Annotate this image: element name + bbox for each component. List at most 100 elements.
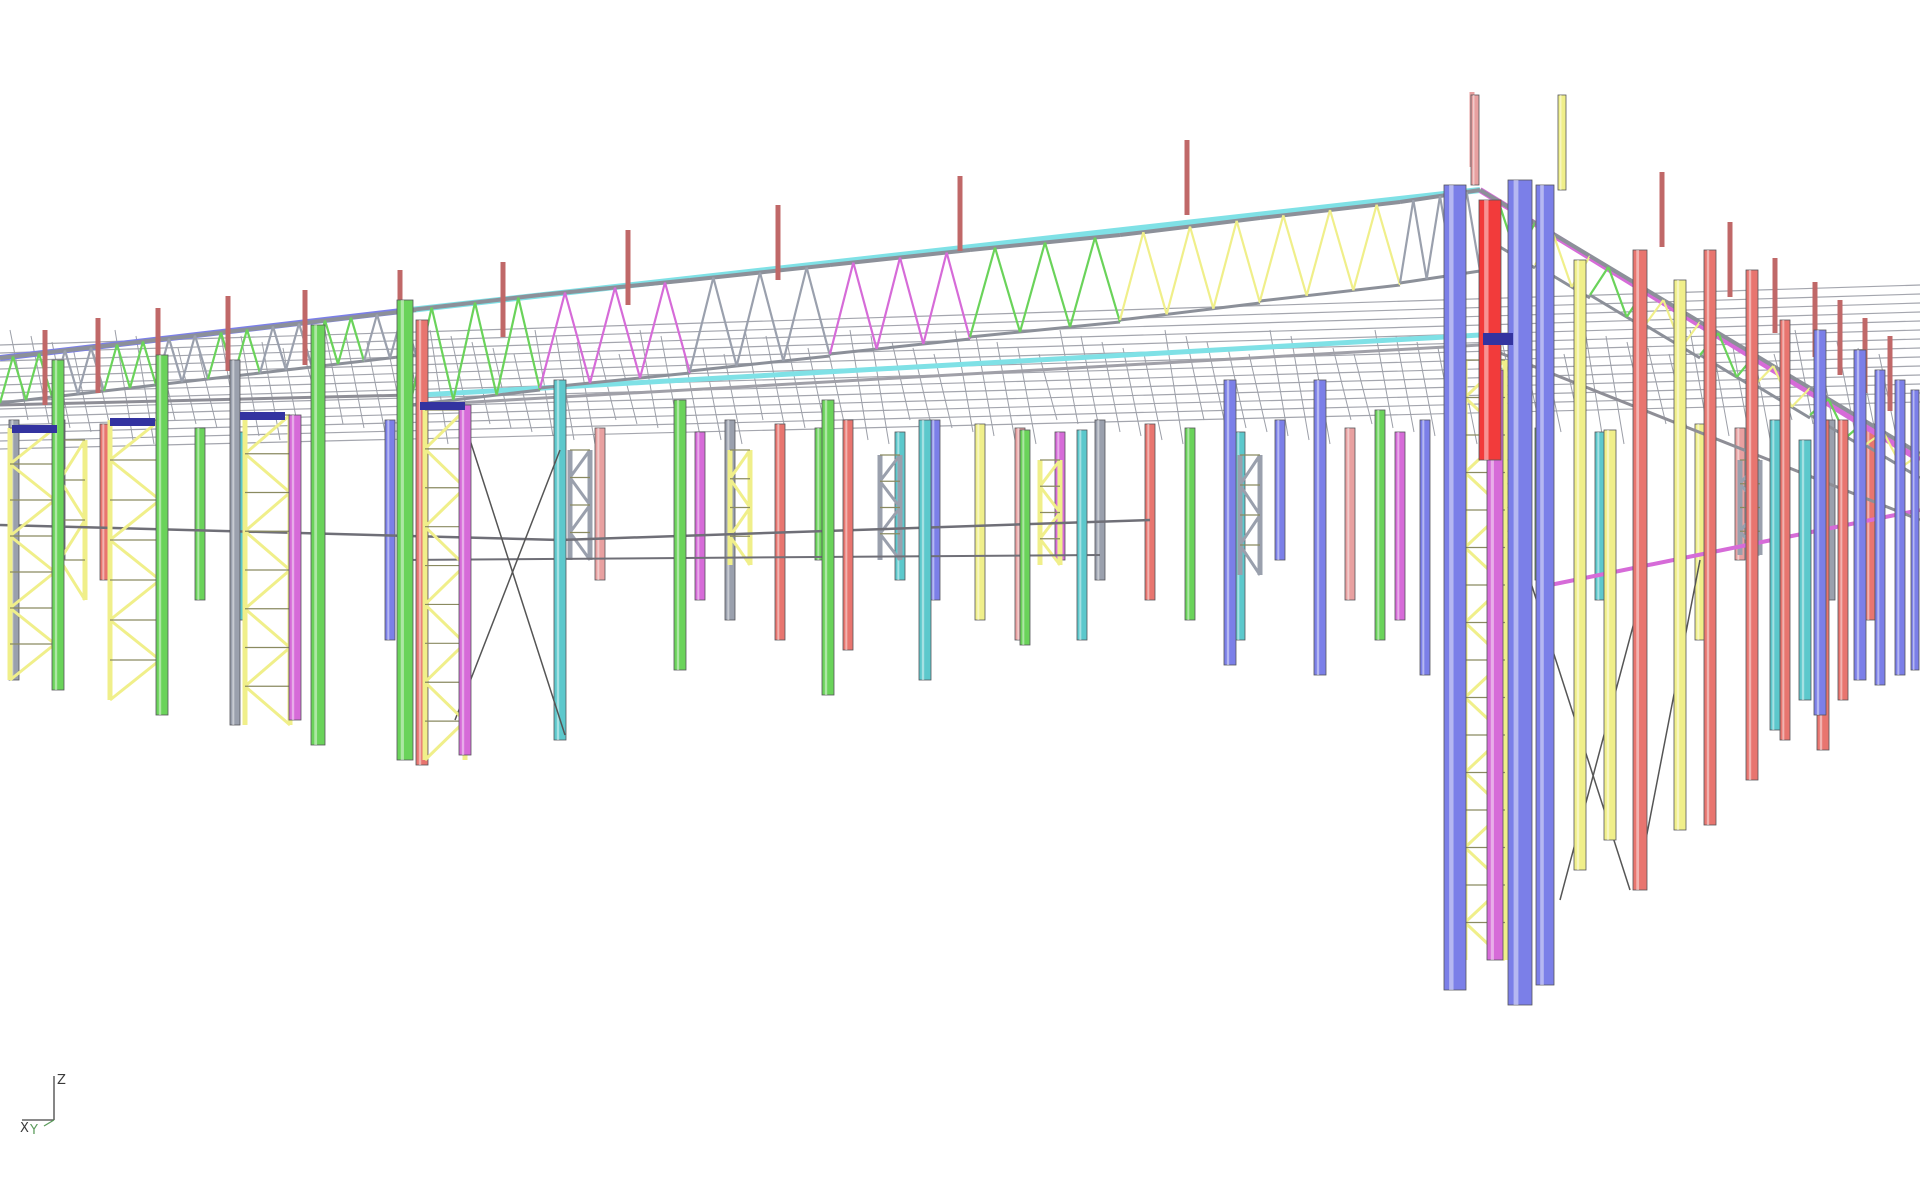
roof-truss-web [852,262,878,350]
left-roof-truss-web [0,356,15,404]
mid-column [842,419,854,651]
far-column [384,419,396,641]
mid-column [1076,429,1088,641]
corner-stub [1470,94,1480,186]
roof-truss-bottom-chord [829,337,971,356]
roof-truss-web [638,282,667,379]
corner-main-column [1535,184,1555,986]
left-column [229,359,241,726]
left-column [288,414,302,721]
roof-truss-bottom-chord [1119,301,1261,322]
roof-truss-web [538,292,567,389]
cap-plate [420,402,465,410]
roof-truss-web [430,307,455,401]
cap-plate [240,412,285,420]
left-column [396,299,414,761]
background-brace [1332,347,1352,421]
background-brace [366,341,386,433]
far-column [1184,427,1196,621]
mid-column [1798,439,1812,701]
left-roof-truss-web [167,338,184,383]
left-tower-lacing [109,538,161,582]
background-brace [702,347,722,441]
far-tower-lacing [568,504,592,534]
corner-main-column [1507,179,1533,1006]
roof-truss-web [663,282,692,374]
roof-truss-web [993,247,1022,333]
far-tower-lacing [568,531,592,561]
mid-column [918,419,932,681]
cap-plate [12,425,57,433]
left-roof-truss-web [271,326,288,371]
roof-truss-web [1188,226,1215,309]
right-column [1853,349,1867,681]
roof-truss-web [1328,209,1355,291]
mid-column [1223,379,1237,666]
cap-plate [110,418,155,426]
roof-truss-bottom-chord [689,354,831,373]
roof-truss-web [828,262,855,355]
left-tower-lacing [244,491,291,533]
3d-viewport[interactable]: Z X Y [0,0,1920,1186]
roof-truss-web [1412,199,1428,280]
background-brace [1290,335,1310,441]
right-column [1703,249,1717,826]
far-tower-lacing [568,449,592,479]
roof-truss-web [1018,242,1047,333]
left-roof-truss-web [349,317,366,362]
background-brace [1206,341,1226,425]
left-tower-lacing [244,568,291,610]
background-brace [324,329,344,425]
right-roof-truss-web [1644,299,1665,326]
roof-truss-web [968,247,997,338]
far-column [974,423,986,621]
axis-triad: Z X Y [20,1073,66,1136]
foreground-members [1443,94,1587,1006]
y-axis-line [43,1119,55,1127]
left-tower-lacing [244,452,291,494]
left-tower-lacing [109,618,161,662]
right-column [1673,279,1687,831]
left-column [310,324,326,746]
left-roof-truss-web [245,329,262,374]
background-purlin [0,284,1920,346]
left-tower-lacing [109,578,161,622]
far-column [1274,419,1286,561]
x-brace [1559,599,1641,901]
mid-column [1374,409,1386,641]
background-brace [891,341,911,421]
left-roof-truss-web [336,317,353,365]
corner-column [1573,259,1587,871]
far-column [1694,423,1706,641]
right-column [1632,249,1648,891]
background-brace [1605,335,1625,445]
far-column [1144,423,1156,601]
roof-truss-web [1165,226,1192,315]
x-brace [1639,559,1701,871]
mid-column [1019,429,1031,646]
roof-truss-web [452,302,477,401]
roof-truss-web [1043,242,1072,328]
roof-truss-web [1465,191,1482,272]
roof-truss-web [945,252,972,340]
left-tower-lacing [244,607,291,649]
right-column [1874,369,1886,686]
roof-truss-bottom-chord [969,320,1121,339]
structural-frame-model[interactable] [0,0,1920,1186]
roof-truss-web [1375,204,1402,286]
mid-column [821,399,835,696]
right-column [1894,379,1906,676]
far-column [929,419,941,601]
left-tower-lacing [109,498,161,542]
background-purlin [0,302,1920,362]
left-roof-truss-web [63,350,80,395]
left-roof-truss-web [206,332,223,380]
roof-truss-web [1398,199,1415,284]
left-roof-truss-web [362,314,379,362]
right-column [1745,269,1759,781]
corner-stub [1557,94,1567,191]
left-roof-truss-web [284,323,301,371]
roof-truss-web [782,267,808,362]
front-left-column [458,404,472,756]
left-tower-lacing [109,658,161,702]
